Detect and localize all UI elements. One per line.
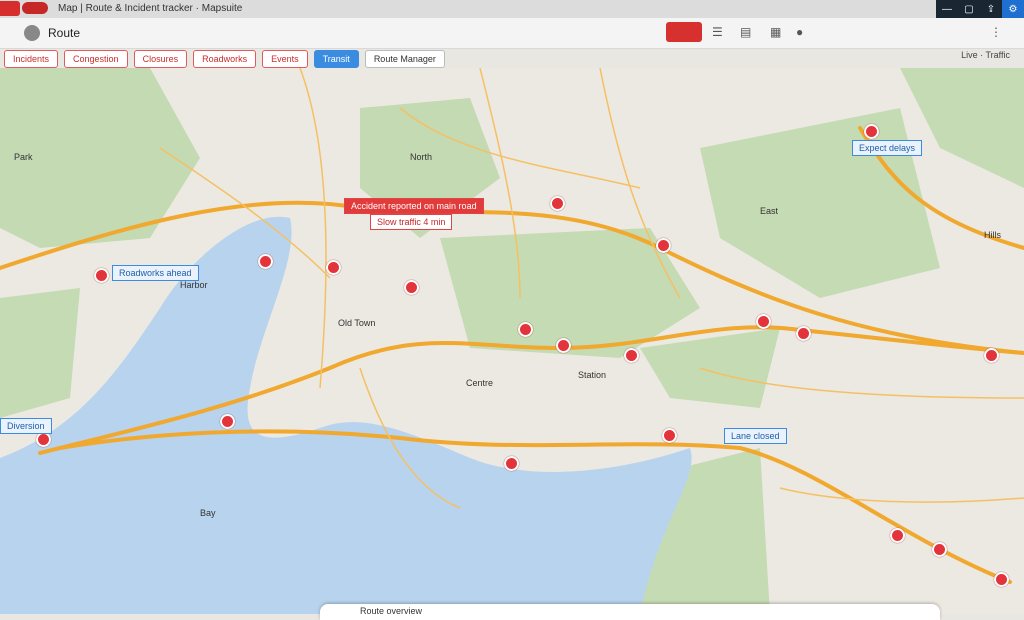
page-title: Route [48, 26, 81, 40]
incident-marker[interactable] [932, 542, 947, 557]
window-title: Map | Route & Incident tracker · Mapsuit… [58, 3, 243, 14]
avatar[interactable] [24, 25, 40, 41]
minimize-icon[interactable]: — [936, 0, 958, 18]
map-label: Centre [466, 378, 494, 388]
chip-events[interactable]: Events [262, 50, 308, 68]
dot-icon[interactable]: ● [796, 25, 803, 39]
incident-marker[interactable] [994, 572, 1009, 587]
info-callout[interactable]: Roadworks ahead [112, 265, 199, 281]
incident-marker[interactable] [36, 432, 51, 447]
map-label: Park [14, 152, 33, 162]
record-button[interactable] [666, 22, 702, 42]
incident-marker[interactable] [656, 238, 671, 253]
incident-marker[interactable] [984, 348, 999, 363]
traffic-status: Live · Traffic [961, 50, 1010, 60]
more-icon[interactable]: ⋮ [990, 25, 1002, 39]
bottom-card-title: Route overview [360, 606, 423, 616]
incident-callout[interactable]: Slow traffic 4 min [370, 214, 453, 230]
incident-marker[interactable] [796, 326, 811, 341]
incident-marker[interactable] [220, 414, 235, 429]
route-manager-tab[interactable]: Route Manager [364, 50, 445, 68]
browser-tab[interactable] [0, 1, 20, 16]
chip-congestion[interactable]: Congestion [64, 50, 128, 68]
incident-marker[interactable] [258, 254, 273, 269]
info-callout[interactable]: Lane closed [724, 428, 787, 444]
bottom-card[interactable]: Route overview [320, 604, 940, 620]
map-canvas[interactable]: Accident reported on main road Slow traf… [0, 67, 1024, 615]
incident-marker[interactable] [624, 348, 639, 363]
map-label: Station [578, 370, 607, 380]
info-callout[interactable]: Expect delays [852, 140, 923, 156]
info-callout[interactable]: Diversion [0, 418, 52, 434]
incident-marker[interactable] [404, 280, 419, 295]
chip-roadworks[interactable]: Roadworks [193, 50, 257, 68]
map-label: Old Town [338, 318, 376, 328]
incident-marker[interactable] [662, 428, 677, 443]
chip-transit[interactable]: Transit [313, 50, 359, 68]
incident-callout[interactable]: Accident reported on main road [344, 198, 484, 214]
incident-marker[interactable] [864, 124, 879, 139]
window-controls: — ▢ ⇪ ⚙ [936, 0, 1024, 18]
map-label: Hills [984, 230, 1001, 240]
app-toolbar: Route ☰ ▤ ▦ ● ⋮ [0, 18, 1024, 49]
incident-marker[interactable] [504, 456, 519, 471]
share-icon[interactable]: ⇪ [980, 0, 1002, 18]
incident-marker[interactable] [518, 322, 533, 337]
browser-bar: Map | Route & Incident tracker · Mapsuit… [0, 0, 1024, 19]
incident-marker[interactable] [890, 528, 905, 543]
settings-icon[interactable]: ⚙ [1002, 0, 1024, 18]
incident-marker[interactable] [756, 314, 771, 329]
menu-icon[interactable]: ☰ [712, 25, 723, 39]
incident-marker[interactable] [94, 268, 109, 283]
map-label: North [410, 152, 433, 162]
filter-chips: Incidents Congestion Closures Roadworks … [0, 50, 445, 68]
record-indicator [22, 2, 48, 14]
maximize-icon[interactable]: ▢ [958, 0, 980, 18]
incident-marker[interactable] [550, 196, 565, 211]
map-label: Bay [200, 508, 216, 518]
incident-marker[interactable] [556, 338, 571, 353]
map-label: East [760, 206, 779, 216]
grid-icon[interactable]: ▦ [770, 25, 781, 39]
chip-closures[interactable]: Closures [133, 50, 188, 68]
incident-marker[interactable] [326, 260, 341, 275]
map-label: Harbor [180, 280, 208, 290]
chip-incidents[interactable]: Incidents [4, 50, 59, 68]
layers-icon[interactable]: ▤ [740, 25, 751, 39]
